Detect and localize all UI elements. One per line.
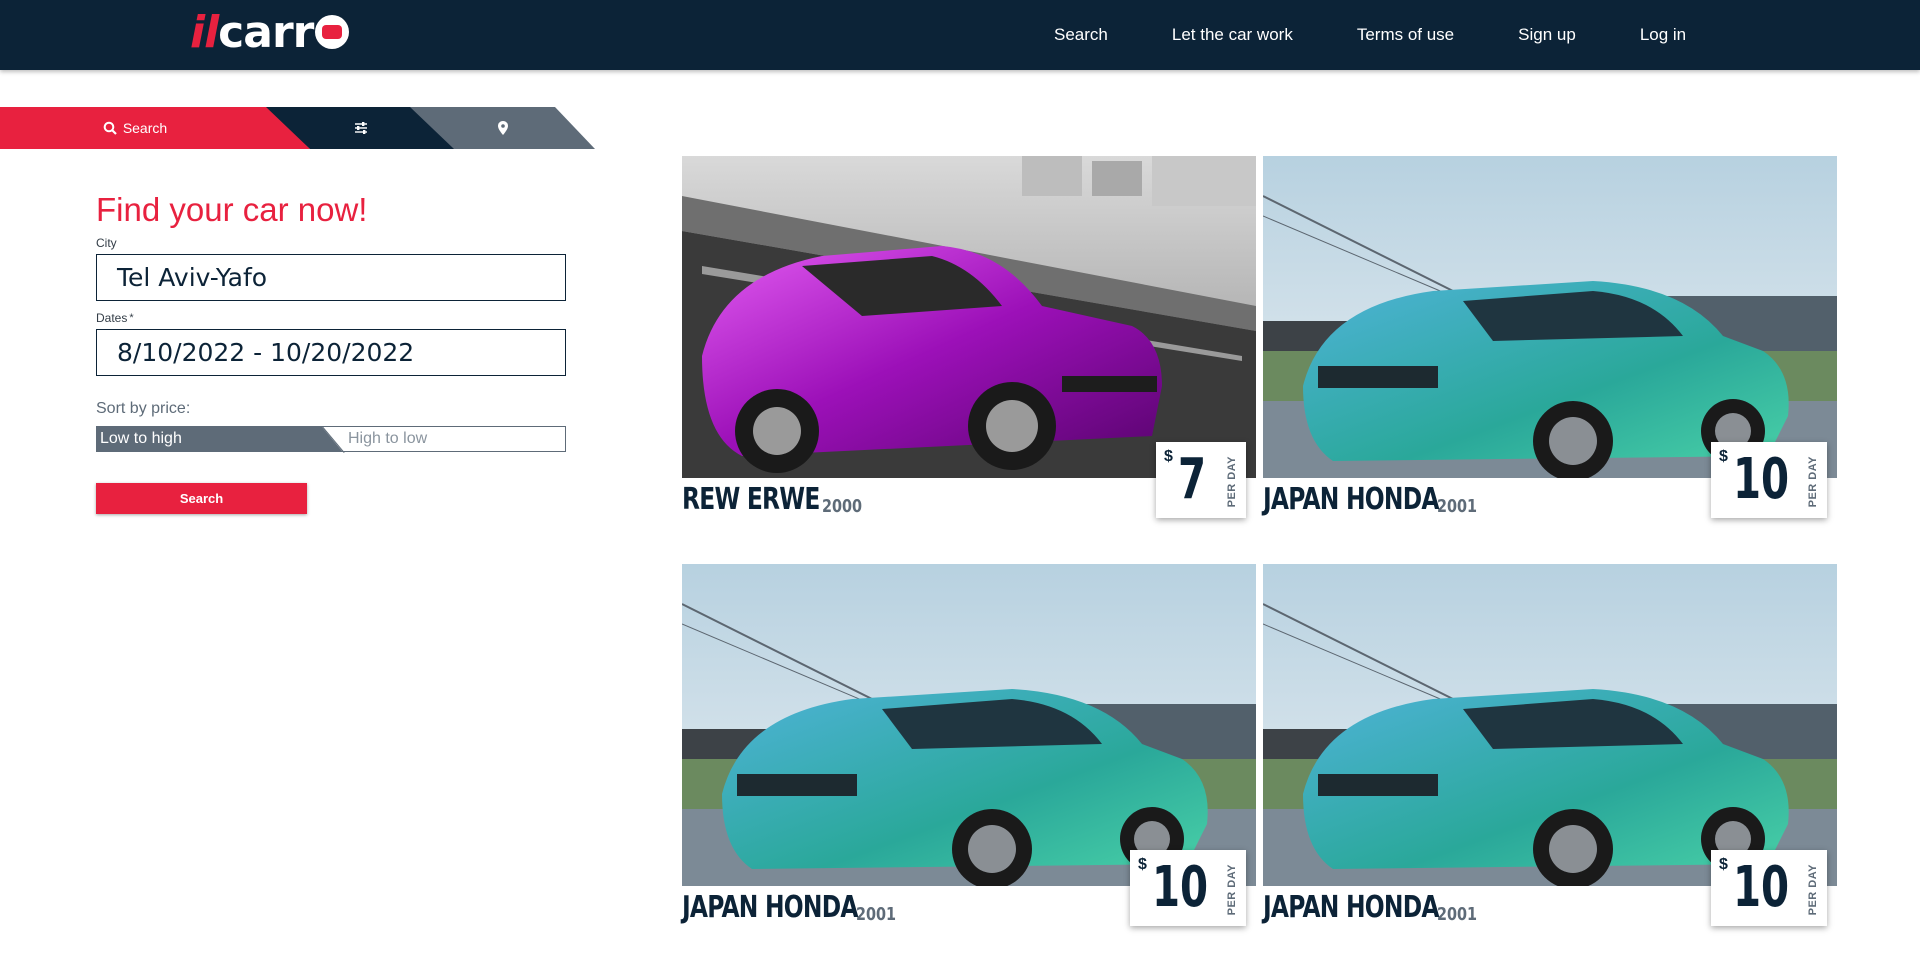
car-photo [1263,156,1837,478]
sliders-icon [355,122,367,134]
price-per-day: PER DAY [1807,864,1819,916]
nav-terms-of-use[interactable]: Terms of use [1357,25,1454,45]
car-name: JAPAN HONDA [1263,890,1439,925]
car-photo [682,156,1256,478]
form-title: Find your car now! [96,191,368,228]
tab-search-label: Search [122,120,168,136]
car-photo [1263,564,1837,886]
price-currency: $ [1719,448,1728,465]
required-mark: * [129,312,134,324]
nav-let-the-car-work[interactable]: Let the car work [1172,25,1293,45]
ilcarro-logo[interactable]: il carr [190,7,350,58]
car-name: REW ERWE [682,482,820,517]
price-currency: $ [1138,856,1147,873]
price-tag: $ 7 PER DAY [1156,442,1246,518]
car-card[interactable]: JAPAN HONDA 2001 $ 10 PER DAY [1263,156,1837,536]
city-input[interactable]: Tel Aviv-Yafo [96,254,566,301]
price-per-day: PER DAY [1226,456,1238,508]
dates-input[interactable]: 8/10/2022 - 10/20/2022 [96,329,566,376]
logo-carr-text: carr [218,6,314,58]
car-year: 2001 [1437,496,1478,517]
price-per-day: PER DAY [1226,864,1238,916]
price-tag: $ 10 PER DAY [1130,850,1246,926]
car-card[interactable]: JAPAN HONDA 2001 $ 10 PER DAY [682,564,1256,944]
search-form: Find your car now! City Tel Aviv-Yafo Da… [96,190,566,514]
car-card[interactable]: REW ERWE 2000 $ 7 PER DAY [682,156,1256,536]
search-icon [103,121,117,135]
price-amount: 10 [1733,447,1790,512]
sort-high-to-low[interactable]: High to low [342,427,565,451]
logo-il-text: il [190,6,219,58]
nav-sign-up[interactable]: Sign up [1518,25,1576,45]
price-amount: 10 [1152,855,1209,920]
logo-car-icon [315,15,350,49]
dates-label: Dates [96,311,128,325]
tab-search[interactable]: Search [0,107,310,149]
search-button[interactable]: Search [96,483,307,514]
sort-label: Sort by price: [96,400,191,417]
map-marker-icon [497,121,508,135]
price-amount: 10 [1733,855,1790,920]
price-currency: $ [1719,856,1728,873]
city-label: City [96,236,117,250]
price-amount: 7 [1178,447,1207,512]
dates-label-row: Dates * [96,311,566,325]
car-year: 2000 [822,496,863,517]
price-tag: $ 10 PER DAY [1711,850,1827,926]
sort-low-to-high[interactable]: Low to high [97,427,342,451]
main-nav: Search Let the car work Terms of use Sig… [1054,0,1750,70]
price-tag: $ 10 PER DAY [1711,442,1827,518]
top-navbar: il carr Search Let the car work Terms of … [0,0,1920,70]
search-tabs: Search [0,107,600,149]
car-card[interactable]: JAPAN HONDA 2001 $ 10 PER DAY [1263,564,1837,944]
car-name: JAPAN HONDA [1263,482,1439,517]
sort-toggle: Low to high High to low [96,426,566,452]
car-name: JAPAN HONDA [682,890,858,925]
car-year: 2001 [1437,904,1478,925]
price-per-day: PER DAY [1807,456,1819,508]
car-photo [682,564,1256,886]
nav-search[interactable]: Search [1054,25,1108,45]
price-currency: $ [1164,448,1173,465]
nav-log-in[interactable]: Log in [1640,25,1686,45]
car-year: 2001 [856,904,897,925]
